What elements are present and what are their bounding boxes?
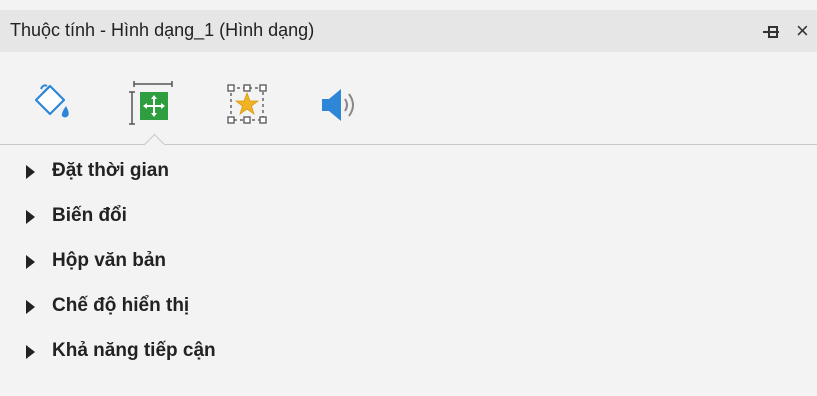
tab-fill[interactable] [30, 80, 80, 130]
tab-audio[interactable] [316, 80, 366, 130]
panel-title: Thuộc tính - Hình dạng_1 (Hình dạng) [10, 20, 315, 40]
star-selection-icon [222, 80, 272, 130]
size-position-icon [128, 80, 178, 130]
close-icon[interactable]: × [796, 17, 817, 45]
section-timing[interactable]: Đặt thời gian [0, 150, 817, 195]
pin-icon[interactable] [762, 24, 780, 40]
section-label: Biến đổi [52, 205, 127, 226]
expand-arrow-icon [26, 300, 35, 314]
expand-arrow-icon [26, 345, 35, 359]
section-transform[interactable]: Biến đổi [0, 195, 817, 240]
tab-divider [0, 144, 817, 145]
properties-panel: Thuộc tính - Hình dạng_1 (Hình dạng) × Đ… [0, 0, 817, 396]
section-list: Đặt thời gian Biến đổi Hộp văn bản Chế đ… [0, 150, 817, 375]
expand-arrow-icon [26, 255, 35, 269]
tab-effects[interactable] [222, 80, 272, 130]
expand-arrow-icon [26, 165, 35, 179]
tab-size-position[interactable] [128, 80, 178, 130]
paint-bucket-icon [30, 80, 80, 130]
section-label: Đặt thời gian [52, 160, 169, 181]
title-bar: Thuộc tính - Hình dạng_1 (Hình dạng) × [0, 10, 817, 52]
section-label: Hộp văn bản [52, 250, 167, 271]
section-display-mode[interactable]: Chế độ hiển thị [0, 285, 817, 330]
property-tabs [0, 52, 817, 145]
expand-arrow-icon [26, 210, 35, 224]
section-label: Khả năng tiếp cận [52, 340, 216, 361]
speaker-icon [316, 80, 366, 130]
section-label: Chế độ hiển thị [52, 295, 190, 316]
section-text-box[interactable]: Hộp văn bản [0, 240, 817, 285]
section-accessibility[interactable]: Khả năng tiếp cận [0, 330, 817, 375]
